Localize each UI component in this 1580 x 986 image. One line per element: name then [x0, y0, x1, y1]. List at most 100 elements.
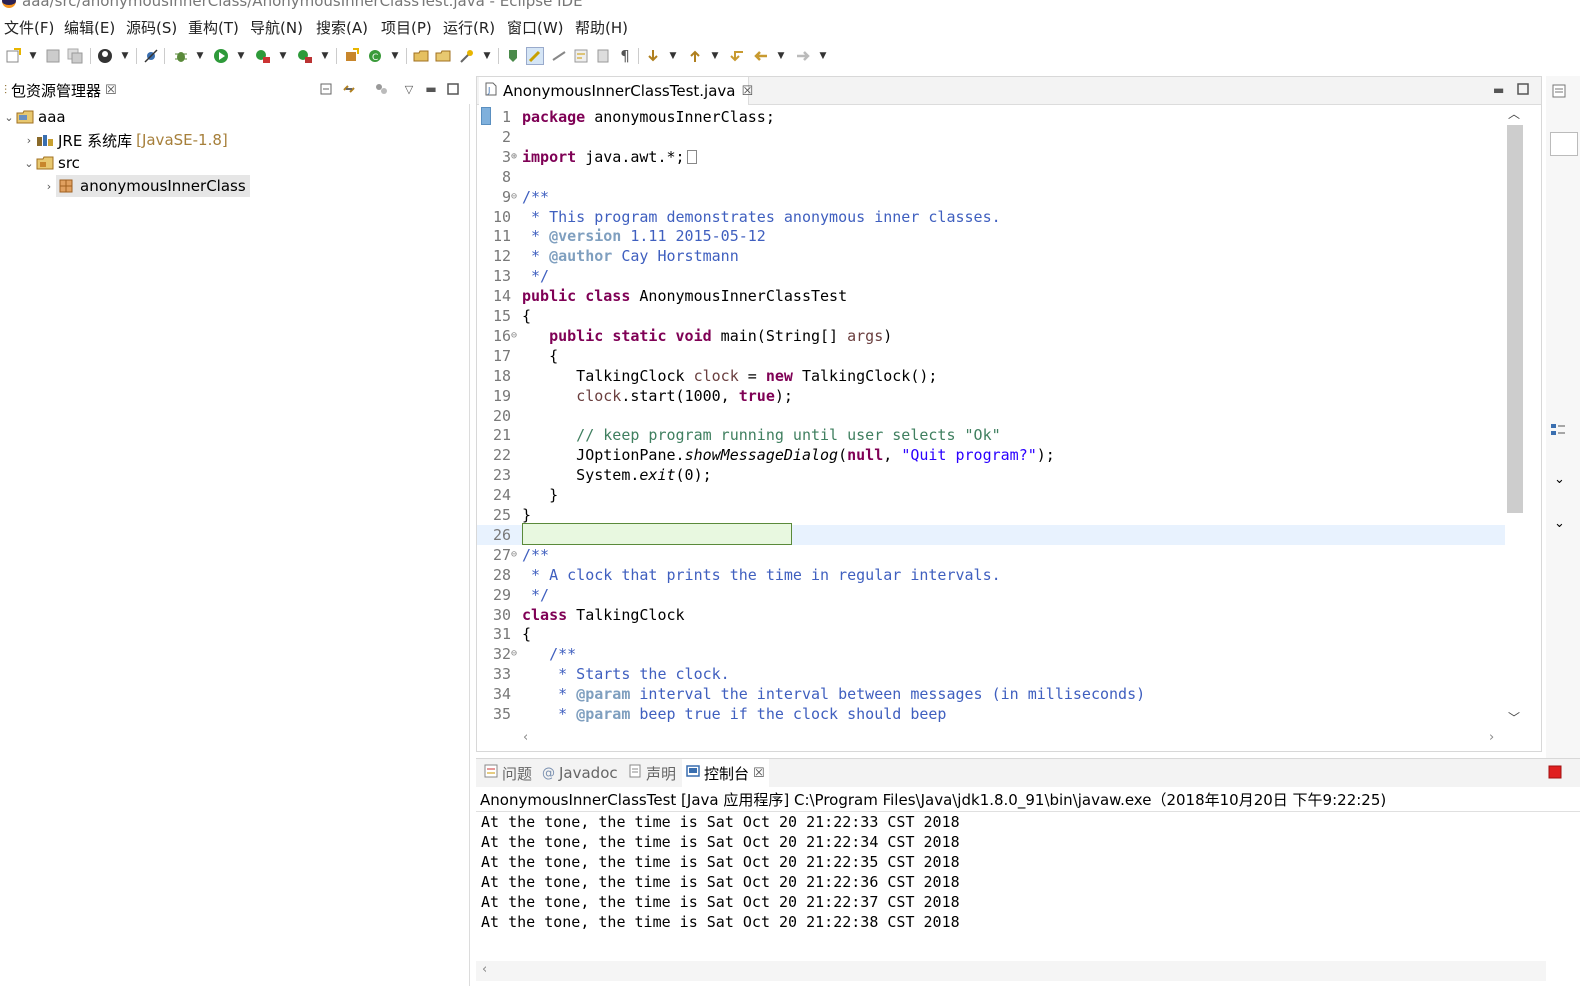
editor-horizontal-scrollbar[interactable]: ‹ › — [517, 729, 1505, 749]
chevron-down-icon[interactable]: ⌄ — [2, 111, 16, 124]
external-tools-dropdown-icon[interactable]: ▼ — [320, 47, 330, 65]
menu-run[interactable]: 运行(R) — [443, 17, 495, 38]
tree-jre-library[interactable]: › JRE 系统库 [JavaSE-1.8] — [22, 129, 228, 151]
task-list-icon[interactable] — [1550, 422, 1566, 442]
open-type-icon[interactable] — [412, 47, 430, 65]
quick-access-field[interactable] — [1550, 132, 1578, 156]
code-line[interactable]: 3 ⊕ import java.awt.*; — [477, 147, 1507, 167]
maximize-icon[interactable] — [446, 82, 460, 96]
tab-problems[interactable]: 问题 — [480, 759, 536, 787]
new-class-icon[interactable]: C — [366, 47, 384, 65]
open-resource-icon[interactable] — [434, 47, 452, 65]
toggle-block-selection-icon[interactable] — [550, 47, 568, 65]
user-icon[interactable] — [96, 47, 114, 65]
pilcrow-icon[interactable]: ¶ — [616, 47, 634, 65]
code-line[interactable]: 14 public class AnonymousInnerClassTest — [477, 286, 1507, 306]
menu-refactor[interactable]: 重构(T) — [188, 17, 239, 38]
scroll-down-icon[interactable]: ﹀ — [1508, 709, 1520, 726]
previous-annotation-dropdown-icon[interactable]: ▼ — [710, 47, 720, 65]
tree-package-node[interactable]: › anonymousInnerClass — [42, 175, 250, 197]
code-line[interactable]: 26 — [477, 522, 1507, 545]
code-line[interactable]: 21 // keep program running until user se… — [477, 425, 1507, 445]
code-line[interactable]: 23 System.exit(0); — [477, 465, 1507, 485]
back-dropdown-icon[interactable]: ▼ — [776, 47, 786, 65]
tree-project-aaa[interactable]: ⌄ aaa — [2, 106, 65, 128]
console-horizontal-scrollbar[interactable]: ‹ — [476, 961, 1546, 981]
code-line[interactable]: 30 class TalkingClock — [477, 605, 1507, 625]
collapse-all-icon[interactable] — [320, 82, 334, 96]
code-line[interactable]: 31 { — [477, 624, 1507, 644]
minimize-icon[interactable]: ▬ — [424, 82, 438, 96]
next-annotation-dropdown-icon[interactable]: ▼ — [668, 47, 678, 65]
code-line[interactable]: 15 { — [477, 306, 1507, 326]
last-edit-location-icon[interactable] — [728, 47, 746, 65]
code-line[interactable]: 32 ⊖ /** — [477, 644, 1507, 664]
forward-icon[interactable] — [794, 47, 812, 65]
menu-project[interactable]: 项目(P) — [381, 17, 432, 38]
coverage-icon[interactable] — [254, 47, 272, 65]
forward-dropdown-icon[interactable]: ▼ — [818, 47, 828, 65]
code-line[interactable]: 19 clock.start(1000, true); — [477, 386, 1507, 406]
minimize-icon[interactable]: ▬ — [1493, 83, 1504, 97]
code-line[interactable]: 18 TalkingClock clock = new TalkingClock… — [477, 366, 1507, 386]
code-line[interactable]: 2 — [477, 127, 1507, 147]
code-line[interactable]: 17 { — [477, 346, 1507, 366]
debug-icon[interactable] — [172, 47, 190, 65]
save-all-icon[interactable] — [66, 47, 84, 65]
code-line[interactable]: 29 */ — [477, 585, 1507, 605]
close-icon[interactable]: ☒ — [105, 83, 117, 98]
fold-collapse-icon[interactable]: ⊖ — [511, 644, 521, 664]
filter-icon[interactable] — [374, 82, 388, 96]
scroll-right-icon[interactable]: › — [1489, 730, 1494, 745]
coverage-dropdown-icon[interactable]: ▼ — [278, 47, 288, 65]
close-icon[interactable]: ☒ — [753, 766, 765, 781]
toggle-mark-occurrences-icon[interactable] — [504, 47, 522, 65]
code-line[interactable]: 11 * @version 1.11 2015-05-12 — [477, 226, 1507, 246]
new-dropdown-icon[interactable]: ▼ — [28, 47, 38, 65]
search-dropdown-icon[interactable]: ▼ — [482, 47, 492, 65]
new-icon[interactable] — [4, 47, 22, 65]
chevron-right-icon[interactable]: › — [42, 180, 56, 193]
scrollbar-thumb[interactable] — [1507, 125, 1523, 513]
toggle-highlight-icon[interactable] — [526, 47, 544, 65]
code-line[interactable]: 34 * @param interval the interval betwee… — [477, 684, 1507, 704]
view-menu-icon[interactable]: ▽ — [402, 82, 416, 96]
outline-icon[interactable] — [1552, 84, 1566, 102]
debug-dropdown-icon[interactable]: ▼ — [195, 47, 205, 65]
menu-window[interactable]: 窗口(W) — [507, 17, 564, 38]
skip-breakpoints-icon[interactable] — [142, 47, 160, 65]
code-line[interactable]: 22 JOptionPane.showMessageDialog(null, "… — [477, 445, 1507, 465]
code-line[interactable]: 13 */ — [477, 266, 1507, 286]
code-line[interactable]: 8 — [477, 167, 1507, 187]
toggle-word-wrap-icon[interactable] — [572, 47, 590, 65]
chevron-down-icon[interactable]: ⌄ — [1554, 472, 1565, 487]
link-with-editor-icon[interactable] — [342, 82, 356, 96]
scroll-up-icon[interactable]: ︿ — [1508, 105, 1520, 122]
tab-javadoc[interactable]: @ Javadoc — [538, 759, 622, 787]
code-text-area[interactable]: 1 package anonymousInnerClass; 2 3 ⊕ import j… — [477, 105, 1507, 729]
chevron-down-icon[interactable]: ⌄ — [1554, 516, 1565, 531]
editor-tab[interactable]: J AnonymousInnerClassTest.java ☒ — [479, 77, 753, 105]
previous-annotation-icon[interactable] — [686, 47, 704, 65]
show-whitespace-icon[interactable] — [594, 47, 612, 65]
code-line[interactable]: 28 * A clock that prints the time in reg… — [477, 565, 1507, 585]
user-dropdown-icon[interactable]: ▼ — [120, 47, 130, 65]
chevron-right-icon[interactable]: › — [22, 134, 36, 147]
scroll-left-icon[interactable]: ‹ — [523, 730, 528, 745]
terminate-icon[interactable] — [1548, 765, 1562, 783]
fold-collapse-icon[interactable]: ⊖ — [511, 545, 521, 565]
tab-package-explorer[interactable]: ⫶ 包资源管理器 ☒ — [0, 76, 138, 104]
code-line[interactable]: 1 package anonymousInnerClass; — [477, 107, 1507, 127]
back-icon[interactable] — [752, 47, 770, 65]
menu-navigate[interactable]: 导航(N) — [250, 17, 303, 38]
save-icon[interactable] — [44, 47, 62, 65]
folded-imports-marker[interactable] — [686, 149, 697, 164]
new-class-dropdown-icon[interactable]: ▼ — [390, 47, 400, 65]
close-icon[interactable]: ☒ — [741, 84, 753, 99]
fold-collapse-icon[interactable]: ⊖ — [511, 326, 521, 346]
code-line[interactable]: 33 * Starts the clock. — [477, 664, 1507, 684]
menu-search[interactable]: 搜索(A) — [316, 17, 368, 38]
fold-collapse-icon[interactable]: ⊖ — [511, 187, 521, 207]
tree-src-folder[interactable]: ⌄ src — [22, 152, 80, 174]
code-line[interactable]: 9 ⊖/** — [477, 187, 1507, 207]
